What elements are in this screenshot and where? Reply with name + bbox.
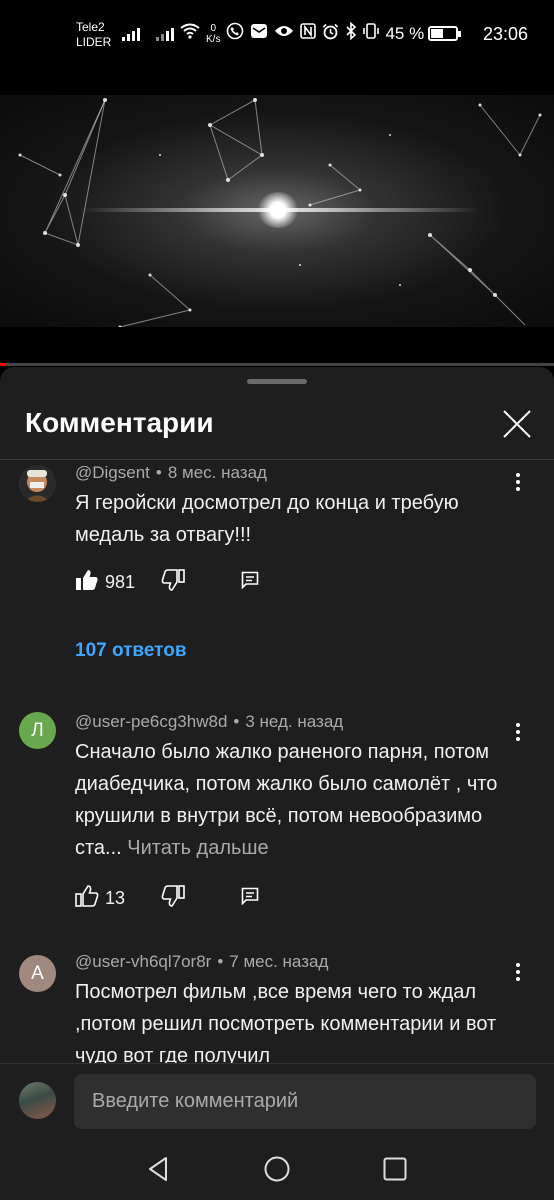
wifi-icon [180,23,200,44]
recents-square-icon [383,1157,407,1181]
home-button[interactable] [262,1154,292,1184]
comment-meta: @user-pe6cg3hw8d • 3 нед. назад [75,712,344,731]
comment-age: 7 мес. назад [229,952,329,971]
avatar[interactable]: Л [19,712,56,749]
alarm-icon [322,23,339,45]
replies-link[interactable]: 107 ответов [75,640,187,662]
comment-text: Я геройски досмотрел до конца и требую м… [75,492,459,546]
avatar-image [19,465,56,502]
more-options-icon[interactable] [508,960,528,984]
like-count: 13 [105,888,126,908]
back-triangle-icon [149,1157,167,1181]
comment-author[interactable]: @user-pe6cg3hw8d [75,712,227,731]
carrier-name: Tele2 LIDER [76,20,112,49]
nfc-icon [300,23,317,44]
comment-text: Сначало было жалко раненого парня, потом… [75,736,520,864]
signal-icon [122,27,140,41]
network-speed: 0 K/s [206,22,221,45]
reply-icon[interactable] [241,887,259,910]
drag-handle[interactable] [247,379,307,384]
system-nav-bar [0,1138,554,1200]
read-more-link[interactable]: Читать дальше [127,837,268,859]
like-icon[interactable] [75,569,99,596]
status-bar: Tele2 LIDER 0 K/s 45 % 23:06 [0,0,554,70]
battery-indicator: 45 % [385,23,462,44]
mail-icon [250,23,268,44]
home-circle-icon [264,1156,290,1182]
back-button[interactable] [144,1154,174,1184]
phone-icon [226,22,244,45]
comment-text: Посмотрел фильм ,все время чего то ждал … [75,981,497,1067]
comment-age: 3 нед. назад [245,712,344,731]
comment-actions: 13 [75,885,259,912]
sheet-title: Комментарии [25,407,214,438]
comment-meta: @Digsent • 8 мес. назад [75,463,267,482]
battery-percent: 45 % [385,23,425,43]
eye-icon [274,24,294,43]
close-button[interactable] [500,407,534,441]
vibrate-icon [363,22,380,45]
comment-composer [0,1063,554,1138]
user-avatar [19,1082,56,1119]
video-progress-bar[interactable] [0,363,554,366]
dislike-icon[interactable] [161,885,185,912]
close-icon [503,410,531,438]
clock: 23:06 [482,24,528,44]
divider [0,459,554,460]
bluetooth-icon [345,21,357,45]
comment-author[interactable]: @Digsent [75,463,150,482]
more-options-icon[interactable] [508,720,528,744]
more-options-icon[interactable] [508,470,528,494]
comment-author[interactable]: @user-vh6ql7or8r [75,952,211,971]
battery-icon [428,26,462,41]
video-player[interactable] [0,95,554,327]
reply-icon[interactable] [241,571,259,594]
light-star [258,192,298,228]
comment-age: 8 мес. назад [167,463,267,482]
like-icon[interactable] [75,885,99,912]
signal-icon-2 [156,27,174,41]
comment-meta: @user-vh6ql7or8r • 7 мес. назад [75,952,329,971]
avatar[interactable] [19,465,56,502]
dislike-icon[interactable] [161,569,185,596]
comment-input[interactable] [74,1074,536,1129]
comment-actions: 981 [75,569,259,596]
avatar[interactable]: А [19,955,56,992]
like-count: 981 [105,572,136,592]
status-icons: 0 K/s 45 % [180,21,462,45]
recents-button[interactable] [380,1154,410,1184]
